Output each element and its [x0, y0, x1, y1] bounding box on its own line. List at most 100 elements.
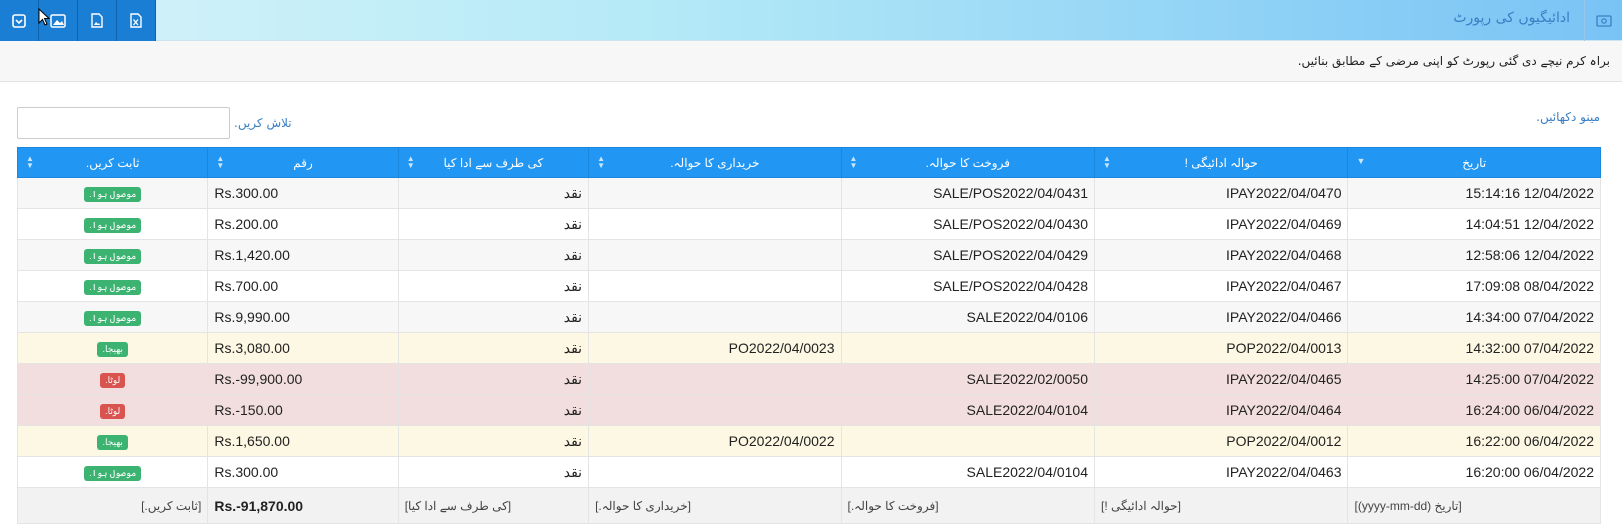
search-input[interactable]	[17, 107, 230, 139]
amount-cell: Rs.200.00	[207, 208, 399, 240]
image-gallery-icon	[50, 13, 66, 28]
table-row[interactable]: موصول ہوا. Rs.9,990.00 نقد SALE2022/04/0106…	[16, 301, 1601, 333]
purchase-ref-cell	[588, 301, 842, 333]
sale-ref-cell: SALE/POS2022/04/0428	[840, 270, 1096, 302]
date-cell: 16:20:00 06/04/2022	[1347, 456, 1601, 488]
sort-icon: ▲ ▼	[406, 154, 415, 170]
status-badge: موصول ہوا.	[84, 187, 142, 202]
amount-cell: Rs.-150.00	[207, 394, 399, 426]
table-row[interactable]: موصول ہوا. Rs.1,420.00 نقد SALE/POS2022/04/…	[16, 239, 1601, 271]
date-cell: 16:24:00 06/04/2022	[1347, 394, 1601, 426]
sort-icon: ▲ ▼	[216, 154, 225, 170]
footer-status-filter[interactable]: [ثابت کریں.]	[16, 487, 209, 524]
top-bar: ادائیگیوں کی رپورٹ	[0, 0, 1622, 41]
status-badge: لوٹا.	[100, 373, 126, 388]
table-row[interactable]: لوٹا. Rs.-99,900.00 نقد SALE2022/02/0050 IPA…	[16, 363, 1601, 395]
status-badge: موصول ہوا.	[84, 249, 142, 264]
table-row[interactable]: موصول ہوا. Rs.700.00 نقد SALE/POS2022/04/04…	[16, 270, 1601, 302]
purchase-ref-cell	[588, 363, 842, 395]
col-header-sale-ref[interactable]: فروخت کا حوالہ. ▲ ▼	[840, 147, 1096, 178]
date-cell: 14:32:00 07/04/2022	[1347, 332, 1601, 364]
col-header-date[interactable]: تاریخ ▼	[1347, 147, 1601, 178]
date-cell: 16:22:00 06/04/2022	[1347, 425, 1601, 457]
excel-icon	[130, 13, 142, 28]
purchase-ref-cell	[588, 208, 842, 240]
date-cell: 12:58:06 12/04/2022	[1347, 239, 1601, 271]
date-cell: 14:04:51 12/04/2022	[1347, 208, 1601, 240]
payment-ref-cell: IPAY2022/04/0464	[1093, 394, 1349, 426]
payment-ref-cell: IPAY2022/04/0470	[1093, 177, 1349, 209]
sale-ref-cell	[840, 425, 1096, 457]
paid-by-cell: نقد	[397, 425, 590, 457]
status-badge: موصول ہوا.	[84, 311, 142, 326]
paid-by-cell: نقد	[397, 270, 590, 302]
amount-cell: Rs.300.00	[207, 456, 399, 488]
status-cell: لوٹا.	[16, 394, 209, 426]
purchase-ref-cell	[588, 239, 842, 271]
purchase-ref-cell: PO2022/04/0023	[588, 332, 842, 364]
money-icon	[1584, 0, 1622, 41]
payment-ref-cell: IPAY2022/04/0466	[1093, 301, 1349, 333]
status-badge: موصول ہوا.	[84, 466, 142, 481]
archive-icon	[12, 13, 26, 28]
instructions-bar: براہ کرم نیچے دی گئی رپورٹ کو اپنی مرضی …	[0, 41, 1622, 82]
col-header-paid-by[interactable]: کی طرف سے ادا کیا ▲ ▼	[397, 147, 590, 178]
sort-icon: ▲ ▼	[26, 154, 34, 170]
payment-ref-cell: IPAY2022/04/0469	[1093, 208, 1349, 240]
status-badge: موصول ہوا.	[84, 280, 142, 295]
sale-ref-cell: SALE2022/04/0104	[840, 456, 1096, 488]
payment-ref-cell: IPAY2022/04/0465	[1093, 363, 1349, 395]
excel-button[interactable]	[117, 0, 156, 41]
sort-icon: ▲ ▼	[849, 154, 858, 170]
paid-by-cell: نقد	[397, 456, 590, 488]
table-row[interactable]: موصول ہوا. Rs.300.00 نقد SALE/POS2022/04/04…	[16, 177, 1601, 209]
status-cell: موصول ہوا.	[16, 239, 209, 271]
status-badge: موصول ہوا.	[84, 218, 142, 233]
status-cell: موصول ہوا.	[16, 177, 209, 209]
sort-icon: ▲ ▼	[1103, 154, 1111, 170]
purchase-ref-cell	[588, 394, 842, 426]
footer-sale-ref-filter[interactable]: [فروخت کا حوالہ.]	[840, 487, 1096, 524]
sale-ref-cell: SALE2022/02/0050	[840, 363, 1096, 395]
date-cell: 15:14:16 12/04/2022	[1347, 177, 1601, 209]
paid-by-cell: نقد	[397, 301, 590, 333]
col-header-payment-ref[interactable]: حوالہ ادائیگی ! ▲ ▼	[1093, 147, 1349, 178]
table-header-row: ثابت کریں. ▲ ▼ رقم ▲ ▼ کی طرف سے ادا کیا ▲ ▼ خ…	[16, 147, 1601, 178]
status-badge: لوٹا.	[100, 404, 126, 419]
col-header-status[interactable]: ثابت کریں. ▲ ▼	[16, 147, 209, 178]
table-row[interactable]: موصول ہوا. Rs.200.00 نقد SALE/POS2022/04/04…	[16, 208, 1601, 240]
paid-by-cell: نقد	[397, 177, 590, 209]
image-icon	[91, 13, 103, 28]
footer-date-filter[interactable]: [تاریخ (yyyy-mm-dd)]	[1347, 487, 1601, 524]
sale-ref-cell: SALE/POS2022/04/0429	[840, 239, 1096, 271]
col-header-purchase-ref[interactable]: خریداری کا حوالہ. ▲ ▼	[588, 147, 842, 178]
amount-cell: Rs.700.00	[207, 270, 399, 302]
amount-cell: Rs.1,420.00	[207, 239, 399, 271]
status-cell: موصول ہوا.	[16, 301, 209, 333]
amount-cell: Rs.-99,900.00	[207, 363, 399, 395]
footer-amount-total: Rs.-91,870.00	[207, 487, 399, 524]
footer-payment-ref-filter[interactable]: [حوالہ ادائیگی !]	[1093, 487, 1349, 524]
payment-ref-cell: IPAY2022/04/0467	[1093, 270, 1349, 302]
amount-cell: Rs.1,650.00	[207, 425, 399, 457]
payment-ref-cell: IPAY2022/04/0463	[1093, 456, 1349, 488]
table-row[interactable]: موصول ہوا. Rs.300.00 نقد SALE2022/04/0104 IP…	[16, 456, 1601, 488]
archive-button[interactable]	[0, 0, 39, 41]
col-header-amount[interactable]: رقم ▲ ▼	[207, 147, 399, 178]
show-menu-link[interactable]: مینو دکھائیں.	[1536, 110, 1600, 124]
purchase-ref-cell	[588, 456, 842, 488]
table-row[interactable]: بھیجا. Rs.1,650.00 نقد PO2022/04/0022 POP202…	[16, 425, 1601, 457]
sale-ref-cell: SALE2022/04/0104	[840, 394, 1096, 426]
search-label: تلاش کریں.	[234, 116, 292, 130]
status-badge: بھیجا.	[97, 435, 128, 450]
image-button[interactable]	[78, 0, 117, 41]
footer-paid-by-filter[interactable]: [کی طرف سے ادا کیا]	[397, 487, 590, 524]
footer-purchase-ref-filter[interactable]: [خریداری کا حوالہ.]	[588, 487, 842, 524]
sale-ref-cell: SALE/POS2022/04/0430	[840, 208, 1096, 240]
table-footer-row: [ثابت کریں.] Rs.-91,870.00 [کی طرف سے اد…	[16, 487, 1601, 524]
table-row[interactable]: لوٹا. Rs.-150.00 نقد SALE2022/04/0104 IPAY20…	[16, 394, 1601, 426]
date-cell: 14:34:00 07/04/2022	[1347, 301, 1601, 333]
sort-icon: ▲ ▼	[597, 154, 605, 170]
payment-ref-cell: IPAY2022/04/0468	[1093, 239, 1349, 271]
table-row[interactable]: بھیجا. Rs.3,080.00 نقد PO2022/04/0023 POP202…	[16, 332, 1601, 364]
